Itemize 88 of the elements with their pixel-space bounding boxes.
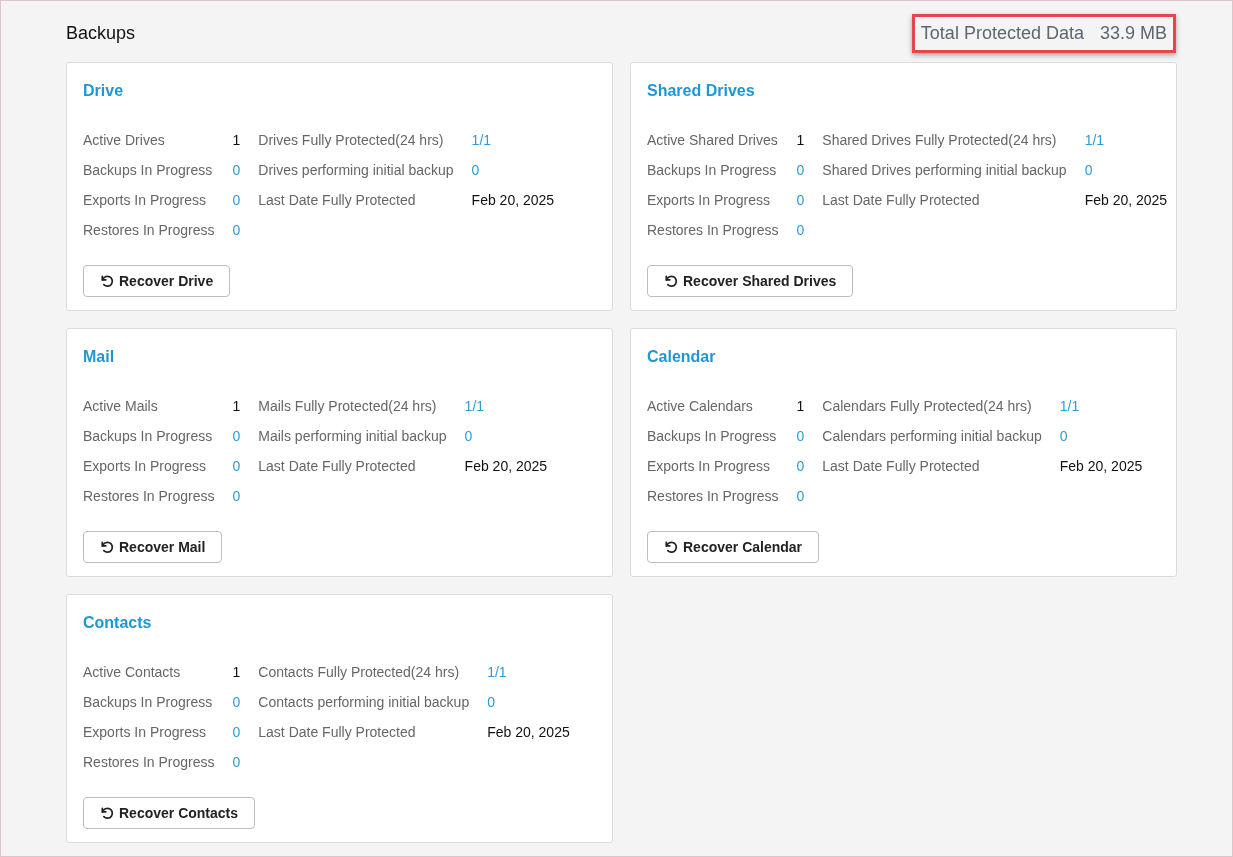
stat-value[interactable]: 0 — [232, 215, 241, 245]
stat-label: Backups In Progress — [647, 427, 778, 446]
stat-label: Backups In Progress — [83, 427, 214, 446]
stat-label: Exports In Progress — [83, 457, 207, 476]
stat-label: Last Date Fully Protected — [258, 723, 417, 742]
stat-value[interactable]: 0 — [1084, 155, 1168, 185]
recover-button[interactable]: Recover Mail — [83, 531, 223, 563]
stat-value: 1 — [796, 131, 805, 150]
stat-label: Exports In Progress — [647, 457, 771, 476]
stat-value[interactable]: 0 — [796, 155, 805, 185]
stat-label: Last Date Fully Protected — [258, 457, 417, 476]
undo-icon — [664, 540, 678, 554]
stat-value[interactable]: 0 — [796, 451, 805, 481]
stat-value[interactable]: 0 — [232, 717, 241, 747]
stat-value[interactable]: 0 — [487, 687, 570, 717]
stat-value[interactable]: 0 — [471, 155, 555, 185]
total-label: Total Protected Data — [920, 22, 1084, 44]
stat-value[interactable]: 0 — [232, 451, 241, 481]
stat-label: Active Mails — [83, 397, 159, 416]
stat-value[interactable]: 0 — [232, 185, 241, 215]
stat-label: Last Date Fully Protected — [822, 457, 981, 476]
card-title: Shared Drives — [647, 81, 756, 101]
stat-value: 1 — [232, 131, 241, 150]
stat-value[interactable]: 1/1 — [487, 657, 570, 687]
recover-button[interactable]: Recover Contacts — [83, 797, 256, 829]
stat-label: Active Contacts — [83, 663, 182, 682]
stat-label: Calendars performing initial backup — [822, 427, 1042, 446]
stat-value[interactable]: 1/1 — [1084, 125, 1168, 155]
stat-label: Drives Fully Protected(24 hrs) — [258, 131, 445, 150]
stat-value: Feb 20, 2025 — [1059, 457, 1143, 476]
stat-label: Restores In Progress — [647, 221, 779, 240]
stat-value[interactable]: 0 — [796, 421, 805, 451]
undo-icon — [664, 274, 678, 288]
stat-label: Backups In Progress — [83, 161, 214, 180]
undo-icon — [100, 540, 114, 554]
stat-label: Drives performing initial backup — [258, 161, 454, 180]
stat-value[interactable]: 0 — [796, 215, 805, 245]
stat-label: Shared Drives performing initial backup — [822, 161, 1067, 180]
stat-value: 1 — [232, 397, 241, 416]
stat-label: Restores In Progress — [83, 753, 215, 772]
stat-label: Restores In Progress — [83, 487, 215, 506]
stat-value[interactable]: 0 — [232, 481, 241, 511]
stat-value[interactable]: 1/1 — [464, 391, 548, 421]
stat-label: Active Calendars — [647, 397, 754, 416]
stat-label: Last Date Fully Protected — [822, 191, 981, 210]
undo-icon — [100, 806, 114, 820]
stat-value[interactable]: 0 — [464, 421, 548, 451]
stat-label: Backups In Progress — [647, 161, 778, 180]
stat-value: Feb 20, 2025 — [487, 723, 570, 742]
card-title: Mail — [83, 347, 116, 367]
stat-label: Restores In Progress — [83, 221, 215, 240]
stat-label: Active Drives — [83, 131, 166, 150]
total-value: 33.9 MB — [1099, 22, 1167, 44]
stat-label: Exports In Progress — [83, 191, 207, 210]
stat-label: Calendars Fully Protected(24 hrs) — [822, 397, 1033, 416]
recover-button[interactable]: Recover Drive — [83, 265, 231, 297]
card-title: Contacts — [83, 613, 153, 633]
stat-label: Active Shared Drives — [647, 131, 779, 150]
page-title: Backups — [66, 22, 136, 44]
stat-value[interactable]: 1/1 — [1059, 391, 1143, 421]
stat-value[interactable]: 0 — [796, 185, 805, 215]
stat-label: Exports In Progress — [83, 723, 207, 742]
stat-label: Contacts Fully Protected(24 hrs) — [258, 663, 461, 682]
card-title: Calendar — [647, 347, 717, 367]
stat-value: Feb 20, 2025 — [464, 457, 548, 476]
stat-label: Shared Drives Fully Protected(24 hrs) — [822, 131, 1058, 150]
stat-label: Restores In Progress — [647, 487, 779, 506]
stat-value[interactable]: 0 — [1059, 421, 1143, 451]
stat-label: Contacts performing initial backup — [258, 693, 470, 712]
stat-value[interactable]: 0 — [232, 687, 241, 717]
recover-button[interactable]: Recover Shared Drives — [647, 265, 854, 297]
stat-label: Exports In Progress — [647, 191, 771, 210]
stat-label: Mails Fully Protected(24 hrs) — [258, 397, 438, 416]
stat-label: Last Date Fully Protected — [258, 191, 417, 210]
stat-value: Feb 20, 2025 — [471, 191, 555, 210]
undo-icon — [100, 274, 114, 288]
stat-value: Feb 20, 2025 — [1084, 191, 1168, 210]
stat-value[interactable]: 1/1 — [471, 125, 555, 155]
stat-value: 1 — [796, 397, 805, 416]
recover-button[interactable]: Recover Calendar — [647, 531, 820, 563]
stat-value[interactable]: 0 — [796, 481, 805, 511]
stat-value[interactable]: 0 — [232, 421, 241, 451]
stat-label: Backups In Progress — [83, 693, 214, 712]
stat-value: 1 — [232, 663, 241, 682]
stat-label: Mails performing initial backup — [258, 427, 447, 446]
card-title: Drive — [83, 81, 125, 101]
stat-value[interactable]: 0 — [232, 155, 241, 185]
stat-value[interactable]: 0 — [232, 747, 241, 777]
